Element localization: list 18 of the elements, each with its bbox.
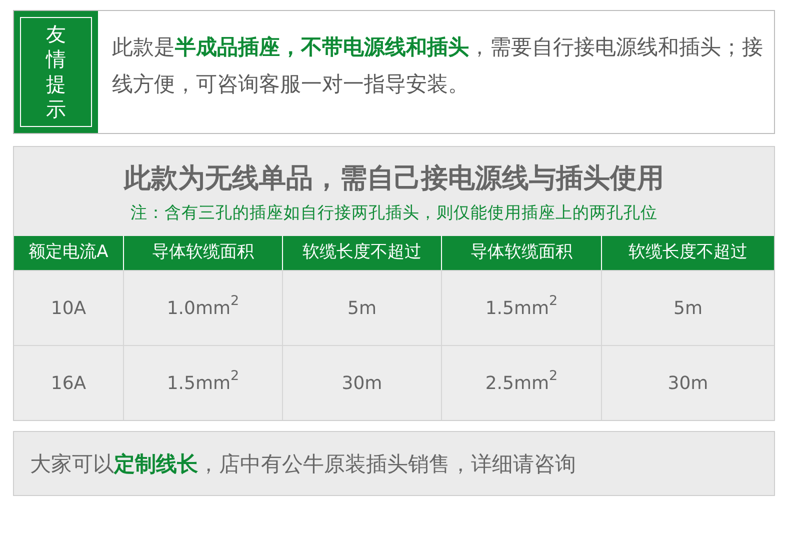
table-cell: 5m (601, 270, 774, 346)
spec-title: 此款为无线单品，需自己接电源线与插头使用 (122, 163, 665, 196)
table-cell: 1.0mm$^{2}$ (123, 270, 282, 346)
column-header: 软缆长度不超过 (601, 236, 774, 270)
footer-note: 大家可以定制线长，店中有公牛原装插头销售，详细请咨询 (30, 451, 577, 478)
table-cell: 1.5mm$^{2}$ (123, 345, 282, 420)
spec-note: 注：含有三孔的插座如自行接两孔插头，则仅能使用插座上的两孔孔位 (130, 202, 658, 224)
table-cell: 5m (282, 270, 441, 346)
table-cell: 30m (601, 345, 774, 420)
column-header: 软缆长度不超过 (282, 236, 441, 270)
notice-text: 此款是半成品插座，不带电源线和插头，需要自行接电源线和插头；接线方便，可咨询客服一对一指导安装。 (111, 34, 764, 98)
column-header: 导体软缆面积 (123, 236, 282, 270)
notice-tag-text: 友情提示 (46, 22, 66, 122)
column-header: 额定电流A (14, 236, 123, 270)
column-header: 导体软缆面积 (441, 236, 601, 270)
table-cell: 2.5mm$^{2}$ (441, 345, 601, 420)
table-cell: 30m (282, 345, 441, 420)
table-cell: 1.5mm$^{2}$ (441, 270, 601, 346)
